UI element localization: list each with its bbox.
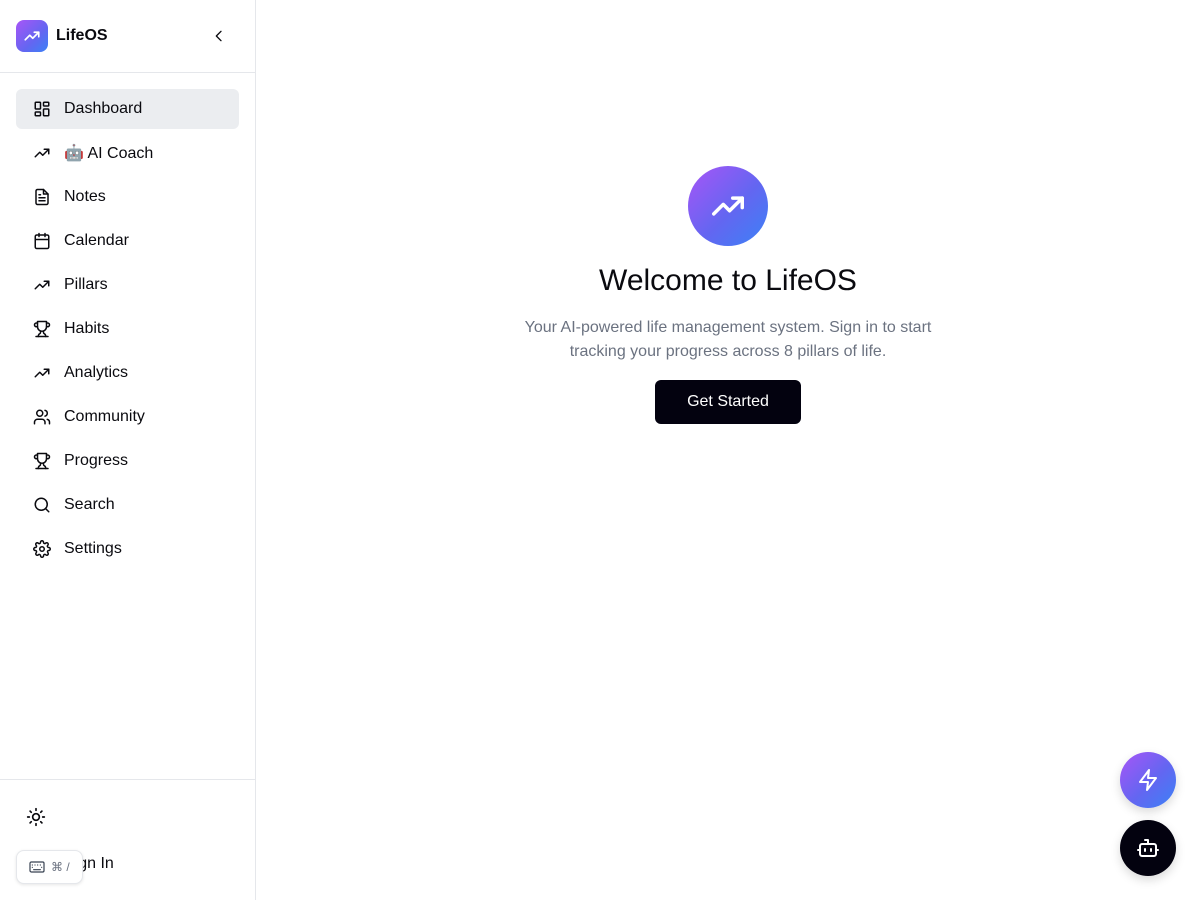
brand-logo[interactable] <box>16 20 48 52</box>
sidebar-item-habits[interactable]: Habits <box>16 309 239 349</box>
sidebar-item-analytics[interactable]: Analytics <box>16 353 239 393</box>
gear-icon <box>32 539 52 559</box>
chevron-left-icon <box>215 30 222 42</box>
trending-up-icon <box>32 275 52 295</box>
sidebar-item-label: Analytics <box>64 364 129 381</box>
sidebar-item-label: Community <box>64 408 145 425</box>
sidebar-footer: Sign In ⌘ / <box>0 779 255 900</box>
sidebar-item-label: Search <box>64 496 115 513</box>
sidebar-item-ai-coach[interactable]: 🤖 AI Coach <box>16 133 239 173</box>
collapse-sidebar-button[interactable] <box>209 26 229 46</box>
ai-assistant-button[interactable] <box>1120 820 1176 876</box>
hero-logo <box>688 166 768 246</box>
sidebar-item-label: Dashboard <box>64 100 143 117</box>
sidebar-item-progress[interactable]: Progress <box>16 441 239 481</box>
sidebar-item-search[interactable]: Search <box>16 485 239 525</box>
sidebar-item-label: Calendar <box>64 232 129 249</box>
sun-icon <box>26 807 46 827</box>
shortcut-hint-text: ⌘ / <box>51 860 70 874</box>
sidebar-item-label: Settings <box>64 540 122 557</box>
brand-name: LifeOS <box>56 27 108 44</box>
page-subtitle: Your AI-powered life management system. … <box>524 319 932 360</box>
calendar-icon <box>32 231 52 251</box>
theme-toggle-button[interactable] <box>24 805 48 829</box>
users-icon <box>32 407 52 427</box>
sidebar-item-dashboard[interactable]: Dashboard <box>16 89 239 129</box>
welcome-hero: Welcome to LifeOS Your AI-powered life m… <box>256 166 1200 424</box>
sidebar-item-pillars[interactable]: Pillars <box>16 265 239 305</box>
sidebar-item-label: Notes <box>64 188 106 205</box>
trending-up-icon <box>32 363 52 383</box>
sidebar-item-notes[interactable]: Notes <box>16 177 239 217</box>
sidebar-item-calendar[interactable]: Calendar <box>16 221 239 261</box>
document-icon <box>32 187 52 207</box>
search-icon <box>32 495 52 515</box>
trending-up-icon <box>24 31 40 41</box>
sidebar-item-community[interactable]: Community <box>16 397 239 437</box>
keyboard-shortcut-hint[interactable]: ⌘ / <box>16 850 83 884</box>
sidebar-item-label: Pillars <box>64 276 108 293</box>
bot-icon <box>1137 839 1159 857</box>
dashboard-grid-icon <box>32 99 52 119</box>
trophy-icon <box>32 451 52 471</box>
sidebar-item-label: 🤖 AI Coach <box>64 145 154 162</box>
brand-header: LifeOS <box>0 0 255 73</box>
main-content: Welcome to LifeOS Your AI-powered life m… <box>256 0 1200 900</box>
page-title: Welcome to LifeOS <box>599 264 857 297</box>
sidebar: LifeOS Dashboard 🤖 AI Coach Notes Calend… <box>0 0 256 900</box>
get-started-button[interactable]: Get Started <box>655 380 801 424</box>
sidebar-item-label: Progress <box>64 452 129 469</box>
sidebar-item-settings[interactable]: Settings <box>16 529 239 569</box>
keyboard-icon <box>29 861 45 873</box>
lightning-icon <box>1139 769 1157 791</box>
trending-up-icon <box>32 143 52 163</box>
quick-action-button[interactable] <box>1120 752 1176 808</box>
sidebar-item-label: Habits <box>64 320 110 337</box>
sidebar-nav: Dashboard 🤖 AI Coach Notes Calendar Pill… <box>0 73 255 569</box>
trophy-icon <box>32 319 52 339</box>
trending-up-icon <box>712 196 744 216</box>
